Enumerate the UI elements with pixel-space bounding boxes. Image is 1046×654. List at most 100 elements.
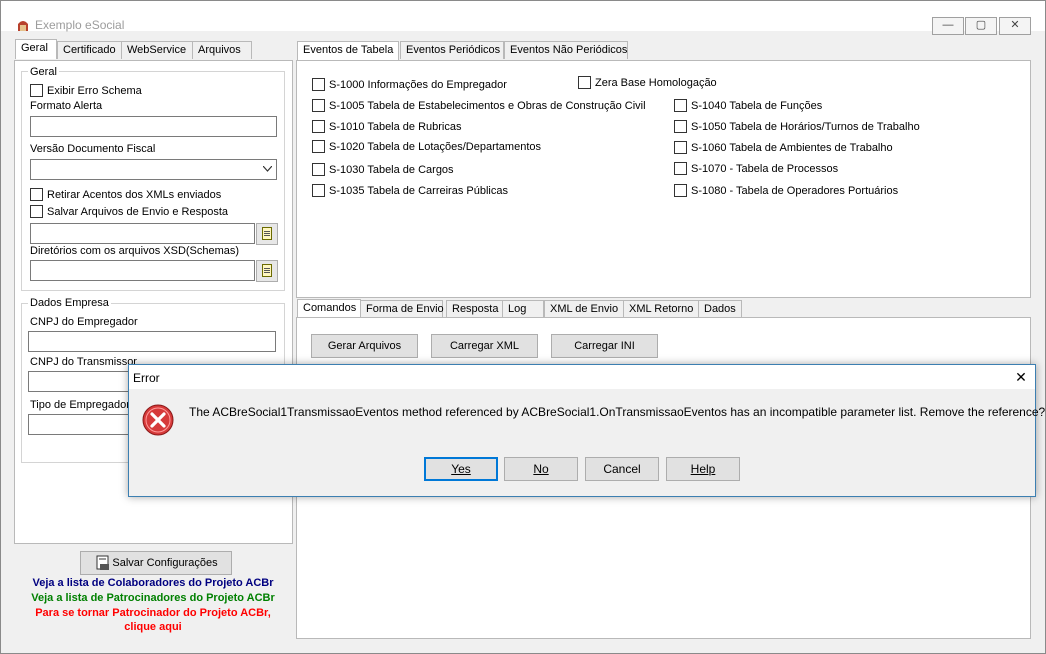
main-window: Exemplo eSocial — ▢ ✕ Geral Certificado … <box>0 0 1046 654</box>
s1080-checkbox[interactable]: S-1080 - Tabela de Operadores Portuários <box>674 184 898 197</box>
chevron-down-icon <box>263 166 272 172</box>
geral-group-title: Geral <box>28 66 59 78</box>
exibir-erro-schema-checkbox[interactable]: Exibir Erro Schema <box>30 84 142 97</box>
app-icon <box>15 17 31 33</box>
s1005-checkbox[interactable]: S-1005 Tabela de Estabelecimentos e Obra… <box>312 99 646 112</box>
cancel-button[interactable]: Cancel <box>585 457 659 481</box>
dialog-title: Error <box>133 371 160 385</box>
s1060-checkbox[interactable]: S-1060 Tabela de Ambientes de Trabalho <box>674 141 893 154</box>
link-patrocinadores[interactable]: Veja a lista de Patrocinadores do Projet… <box>15 592 291 604</box>
checkbox-label: Exibir Erro Schema <box>47 84 142 97</box>
checkbox-box[interactable] <box>674 184 687 197</box>
dados-empresa-title: Dados Empresa <box>28 297 111 309</box>
tab-comandos[interactable]: Comandos <box>297 299 361 319</box>
tab-geral[interactable]: Geral <box>15 39 57 59</box>
tab-eventos-periodicos[interactable]: Eventos Periódicos <box>400 41 504 59</box>
help-button[interactable]: Help <box>666 457 740 481</box>
no-button[interactable]: No <box>504 457 578 481</box>
eventos-panel: S-1000 Informações do Empregador S-1005 … <box>296 60 1031 298</box>
maximize-button[interactable]: ▢ <box>965 17 997 35</box>
checkbox-label: S-1050 Tabela de Horários/Turnos de Trab… <box>691 120 920 133</box>
checkbox-label: S-1005 Tabela de Estabelecimentos e Obra… <box>329 99 646 112</box>
checkbox-box[interactable] <box>30 188 43 201</box>
versao-documento-label: Versão Documento Fiscal <box>30 143 156 155</box>
s1070-checkbox[interactable]: S-1070 - Tabela de Processos <box>674 162 838 175</box>
retirar-acentos-checkbox[interactable]: Retirar Acentos dos XMLs enviados <box>30 188 221 201</box>
s1010-checkbox[interactable]: S-1010 Tabela de Rubricas <box>312 120 462 133</box>
title-bar: Exemplo eSocial — ▢ ✕ <box>1 1 1045 35</box>
tab-dados[interactable]: Dados <box>698 300 742 318</box>
checkbox-box[interactable] <box>674 141 687 154</box>
tab-forma-envio[interactable]: Forma de Envio <box>360 300 444 318</box>
save-icon <box>96 555 109 570</box>
checkbox-box[interactable] <box>312 163 325 176</box>
link-colaboradores[interactable]: Veja a lista de Colaboradores do Projeto… <box>15 577 291 589</box>
checkbox-label: S-1020 Tabela de Lotações/Departamentos <box>329 140 541 153</box>
tab-resposta[interactable]: Resposta <box>446 300 504 318</box>
dialog-close-button[interactable]: ✕ <box>1013 369 1029 385</box>
s1050-checkbox[interactable]: S-1050 Tabela de Horários/Turnos de Trab… <box>674 120 920 133</box>
browse-folder-button[interactable] <box>256 223 278 245</box>
checkbox-box[interactable] <box>312 99 325 112</box>
minimize-button[interactable]: — <box>932 17 964 35</box>
checkbox-box[interactable] <box>674 120 687 133</box>
browse-xsd-button[interactable] <box>256 260 278 282</box>
tab-log[interactable]: Log <box>502 300 544 318</box>
checkbox-label: S-1010 Tabela de Rubricas <box>329 120 462 133</box>
checkbox-box[interactable] <box>312 140 325 153</box>
link-clique-aqui[interactable]: clique aqui <box>15 621 291 633</box>
carregar-xml-button[interactable]: Carregar XML <box>431 334 538 358</box>
formato-alerta-input[interactable] <box>30 116 277 137</box>
gerar-arquivos-button[interactable]: Gerar Arquivos <box>311 334 418 358</box>
salvar-arquivos-checkbox[interactable]: Salvar Arquivos de Envio e Resposta <box>30 205 228 218</box>
checkbox-label: S-1080 - Tabela de Operadores Portuários <box>691 184 899 197</box>
checkbox-box[interactable] <box>674 99 687 112</box>
cnpj-transmissor-input[interactable] <box>28 371 130 392</box>
tab-arquivos[interactable]: Arquivos <box>192 41 252 59</box>
tab-eventos-nao-periodicos[interactable]: Eventos Não Periódicos <box>504 41 628 59</box>
checkbox-box[interactable] <box>674 162 687 175</box>
carregar-ini-button[interactable]: Carregar INI <box>551 334 658 358</box>
s1020-checkbox[interactable]: S-1020 Tabela de Lotações/Departamentos <box>312 140 541 153</box>
tab-xml-envio[interactable]: XML de Envio <box>544 300 624 318</box>
tab-webservice[interactable]: WebService <box>121 41 195 59</box>
left-tab-strip: Geral Certificado WebService Arquivos <box>15 39 292 61</box>
versao-documento-select[interactable] <box>30 159 277 180</box>
zera-base-checkbox[interactable]: Zera Base Homologação <box>578 76 717 89</box>
checkbox-box[interactable] <box>312 184 325 197</box>
no-label: No <box>533 462 549 476</box>
link-tornar-patrocinador[interactable]: Para se tornar Patrocinador do Projeto A… <box>15 607 291 619</box>
checkbox-label: S-1040 Tabela de Funções <box>691 99 823 112</box>
yes-button[interactable]: Yes <box>424 457 498 481</box>
checkbox-label: S-1060 Tabela de Ambientes de Trabalho <box>691 141 893 154</box>
yes-label: Yes <box>451 462 471 476</box>
tab-eventos-tabela[interactable]: Eventos de Tabela <box>297 41 399 61</box>
document-icon <box>262 227 272 240</box>
cancel-label: Cancel <box>603 462 641 476</box>
checkbox-label: S-1000 Informações do Empregador <box>329 78 507 91</box>
checkbox-label: S-1070 - Tabela de Processos <box>691 162 839 175</box>
checkbox-label: Zera Base Homologação <box>595 76 717 89</box>
checkbox-box[interactable] <box>30 84 43 97</box>
tipo-empregador-select[interactable] <box>28 414 130 435</box>
s1000-checkbox[interactable]: S-1000 Informações do Empregador <box>312 78 507 91</box>
diretorios-xsd-input[interactable] <box>30 260 255 281</box>
salvar-path-input[interactable] <box>30 223 255 244</box>
cnpj-transmissor-label: CNPJ do Transmissor <box>30 356 137 368</box>
s1035-checkbox[interactable]: S-1035 Tabela de Carreiras Públicas <box>312 184 508 197</box>
checkbox-box[interactable] <box>312 78 325 91</box>
tab-xml-retorno[interactable]: XML Retorno <box>623 300 701 318</box>
checkbox-box[interactable] <box>312 120 325 133</box>
dialog-message: The ACBreSocial1TransmissaoEventos metho… <box>189 405 1046 419</box>
formato-alerta-label: Formato Alerta <box>30 100 103 112</box>
tab-certificado[interactable]: Certificado <box>57 41 124 59</box>
error-icon <box>141 403 175 437</box>
close-button[interactable]: ✕ <box>999 17 1031 35</box>
checkbox-box[interactable] <box>30 205 43 218</box>
s1030-checkbox[interactable]: S-1030 Tabela de Cargos <box>312 163 454 176</box>
checkbox-box[interactable] <box>578 76 591 89</box>
cnpj-empregador-input[interactable] <box>28 331 276 352</box>
checkbox-label: Retirar Acentos dos XMLs enviados <box>47 188 222 201</box>
s1040-checkbox[interactable]: S-1040 Tabela de Funções <box>674 99 822 112</box>
salvar-configuracoes-button[interactable]: Salvar Configurações <box>80 551 232 575</box>
